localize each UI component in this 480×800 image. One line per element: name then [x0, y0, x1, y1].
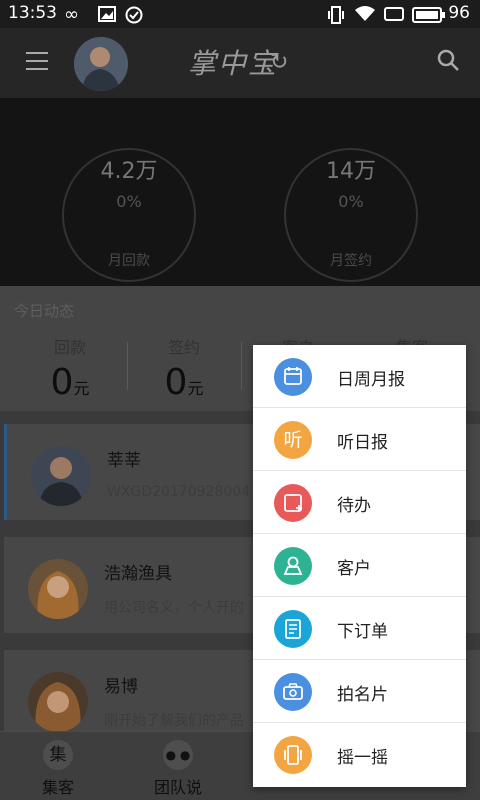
order-icon	[274, 610, 312, 648]
monthly-payment-label: 月回款	[108, 253, 150, 269]
chat-icon: ● ●	[163, 740, 193, 770]
customer-name: 莘莘	[107, 451, 141, 471]
vibrate-icon	[328, 6, 344, 24]
monthly-payment-value: 4.2万	[100, 159, 158, 184]
user-avatar[interactable]	[74, 37, 128, 91]
quick-action-menu: 日周月报 听 听日报 待办 客户 下订单 拍名片 摇一摇	[253, 345, 466, 787]
menu-item-label: 摇一摇	[337, 748, 388, 768]
hero-panel: 4.2万 0% 月回款 14万 0% 月签约	[0, 98, 480, 286]
search-icon[interactable]	[436, 48, 460, 72]
camera-icon	[274, 673, 312, 711]
infinity-icon: ∞	[64, 4, 79, 25]
app-header: 掌中宝 ↻	[0, 28, 480, 98]
monthly-payment-percent: 0%	[116, 192, 142, 211]
todo-icon	[274, 484, 312, 522]
status-bar: 13:53 ∞ 96	[0, 0, 480, 28]
stat-payment[interactable]: 回款 0元	[13, 334, 127, 403]
menu-item-label: 听日报	[337, 433, 388, 453]
menu-item-report[interactable]: 日周月报	[253, 345, 466, 408]
refresh-icon[interactable]: ↻	[270, 50, 288, 75]
stat-contract[interactable]: 签约 0元	[127, 334, 241, 403]
menu-item-label: 下订单	[337, 622, 388, 642]
tab-collect[interactable]: 集 集客	[13, 740, 103, 798]
customer-avatar	[31, 446, 91, 506]
customer-subtitle: 刚开始了解我们的产品	[104, 713, 244, 729]
app-logo: 掌中宝	[188, 47, 279, 80]
menu-item-business-card[interactable]: 拍名片	[253, 660, 466, 723]
customer-avatar	[28, 559, 88, 619]
customer-name: 浩瀚渔具	[104, 564, 172, 584]
customer-icon	[274, 547, 312, 585]
stat-unit: 元	[187, 379, 204, 398]
stat-value: 0	[50, 362, 74, 403]
battery-icon	[412, 7, 445, 23]
calendar-icon	[274, 358, 312, 396]
stat-unit: 元	[73, 379, 90, 398]
customer-avatar	[28, 672, 88, 732]
status-time: 13:53	[8, 3, 57, 23]
customer-subtitle: WXGD20170928004	[107, 484, 251, 500]
screen-icon	[384, 7, 404, 21]
menu-item-customer[interactable]: 客户	[253, 534, 466, 597]
stat-value: 0	[164, 362, 188, 403]
menu-button[interactable]	[26, 52, 48, 72]
today-title: 今日动态	[14, 302, 75, 320]
stat-label: 回款	[53, 338, 86, 357]
monthly-contract-value: 14万	[326, 159, 376, 184]
shake-icon	[274, 736, 312, 774]
wifi-icon	[355, 6, 375, 21]
menu-item-todo[interactable]: 待办	[253, 471, 466, 534]
image-icon	[98, 6, 116, 22]
collect-icon: 集	[43, 740, 73, 770]
tab-label: 团队说	[153, 778, 202, 797]
check-circle-icon	[125, 6, 143, 24]
menu-item-label: 客户	[337, 559, 371, 579]
stat-label: 签约	[167, 338, 200, 357]
listen-icon: 听	[274, 421, 312, 459]
menu-item-shake[interactable]: 摇一摇	[253, 723, 466, 786]
tab-label: 集客	[41, 778, 74, 797]
customer-subtitle: 用公司名义，个人开的	[104, 600, 244, 616]
monthly-contract-label: 月签约	[330, 253, 372, 269]
menu-item-order[interactable]: 下订单	[253, 597, 466, 660]
menu-item-label: 拍名片	[337, 685, 388, 705]
menu-item-listen-report[interactable]: 听 听日报	[253, 408, 466, 471]
monthly-contract-percent: 0%	[338, 192, 364, 211]
customer-name: 易博	[104, 677, 138, 697]
tab-team-talk[interactable]: ● ● 团队说	[133, 740, 223, 798]
menu-item-label: 待办	[337, 496, 371, 516]
battery-level: 96	[448, 3, 470, 23]
menu-item-label: 日周月报	[337, 370, 405, 390]
